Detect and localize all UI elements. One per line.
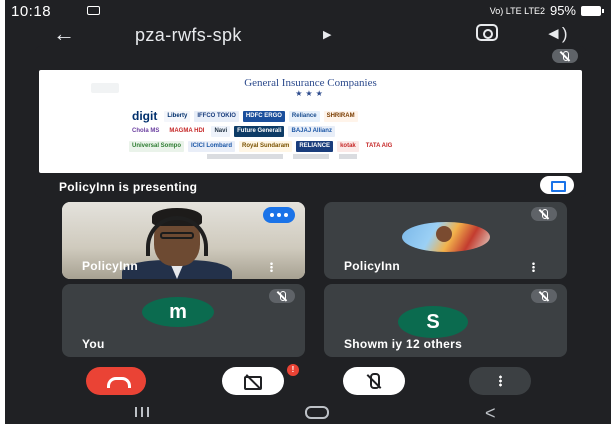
insurer-logo: TATA AIG (362, 141, 396, 152)
mic-off-icon (539, 209, 549, 219)
others-tile[interactable]: S Showm iy 12 others (324, 284, 567, 357)
insurer-logo: Reliance (288, 111, 320, 122)
insurer-logo: kotak (337, 141, 359, 152)
status-time: 10:18 (11, 3, 52, 20)
mic-off-icon (560, 51, 570, 61)
presentation-tile[interactable]: General Insurance Companies ★★★ digit Lib… (35, 46, 586, 198)
home-icon[interactable] (305, 406, 329, 419)
cast-icon (87, 6, 100, 15)
muted-mic-badge (552, 49, 578, 63)
slide-title: General Insurance Companies (244, 77, 377, 89)
participant-name: You (82, 337, 105, 351)
participant-tile[interactable]: ol PolicyInn (62, 202, 305, 279)
avatar: S (398, 306, 468, 338)
logo-row: Universal Sompo ICICI Lombard Royal Sundar… (129, 140, 529, 153)
back-arrow-icon[interactable]: ← (53, 22, 75, 46)
self-tile[interactable]: m You (62, 284, 305, 357)
presenting-label: PolicyInn is presenting (59, 180, 198, 194)
shared-slide: General Insurance Companies ★★★ digit Lib… (39, 70, 582, 173)
participant-tile[interactable]: PolicyInn (324, 202, 567, 279)
insurer-logo: Royal Sundaram (239, 141, 293, 152)
meet-screen: 10:18 Vo) LTE LTE2 95% ← pza-rwfs-spk ▶ … (5, 0, 611, 424)
insurer-logo: RELIANCE (296, 141, 334, 152)
call-controls: ! (5, 364, 611, 400)
flip-camera-icon[interactable] (476, 24, 498, 41)
network-indicator: Vo) LTE LTE2 (489, 5, 545, 16)
insurer-logo: Liberty (164, 111, 191, 122)
insurer-logo: digit (132, 109, 158, 123)
chevron-right-icon[interactable]: ▶ (323, 28, 331, 41)
speaking-indicator-icon (263, 207, 295, 223)
insurer-logo: Navi (211, 126, 231, 137)
insurer-logo: HDFC ERGO (242, 111, 285, 122)
status-indicators: Vo) LTE LTE2 95% (489, 3, 604, 18)
participant-name: PolicyInn (344, 259, 401, 273)
back-icon[interactable]: < (485, 403, 496, 424)
battery-percent: 95% (549, 3, 576, 18)
recents-icon[interactable] (135, 407, 149, 417)
more-vert-icon[interactable] (532, 262, 535, 272)
more-options-button[interactable] (469, 367, 531, 395)
insurer-logo: Universal Sompo (129, 141, 185, 152)
insurer-logo: ICICI Lombard (188, 141, 236, 152)
insurer-logo: Chola MS (129, 126, 163, 137)
mic-toggle-button[interactable] (343, 367, 405, 395)
speaker-icon[interactable]: ◄) (545, 24, 568, 44)
fullscreen-button[interactable] (540, 176, 574, 194)
slide-stars: ★★★ (295, 89, 326, 98)
insurer-logo: Future Generali (234, 126, 285, 137)
meeting-title[interactable]: pza-rwfs-spk (135, 25, 242, 46)
logo-row: Chola MS MAGMA HDI Navi Future Generali BAJA… (129, 125, 529, 138)
insurer-logo: IFFCO TOKIO (194, 111, 239, 122)
mic-off-icon (539, 291, 549, 301)
logo-row: digit Liberty IFFCO TOKIO HDFC ERGO Reliance… (129, 110, 529, 123)
camera-toggle-button[interactable] (222, 367, 284, 395)
muted-mic-badge (269, 289, 295, 303)
system-nav-bar: < (5, 401, 611, 424)
muted-mic-badge (531, 207, 557, 221)
insurer-logo: MAGMA HDI (166, 126, 208, 137)
muted-mic-badge (531, 289, 557, 303)
mic-off-icon (277, 291, 287, 301)
insurer-logo-grid: digit Liberty IFFCO TOKIO HDFC ERGO Reliance… (129, 110, 529, 155)
meeting-header: ← pza-rwfs-spk ▶ ◄) (5, 22, 611, 48)
profile-photo (402, 222, 490, 252)
avatar: m (142, 297, 214, 327)
end-call-button[interactable] (86, 367, 146, 395)
more-vert-icon[interactable] (270, 262, 273, 272)
insurer-logo: BAJAJ Allianz (288, 126, 335, 137)
participant-name: Showm iy 12 others (344, 337, 463, 351)
participant-name: PolicyInn (82, 259, 139, 273)
status-bar: 10:18 Vo) LTE LTE2 95% (5, 0, 611, 22)
insurer-logo: SHRIRAM (323, 111, 358, 122)
slide-footer (207, 154, 357, 159)
camera-alert-badge: ! (287, 364, 299, 376)
battery-icon (581, 5, 604, 16)
